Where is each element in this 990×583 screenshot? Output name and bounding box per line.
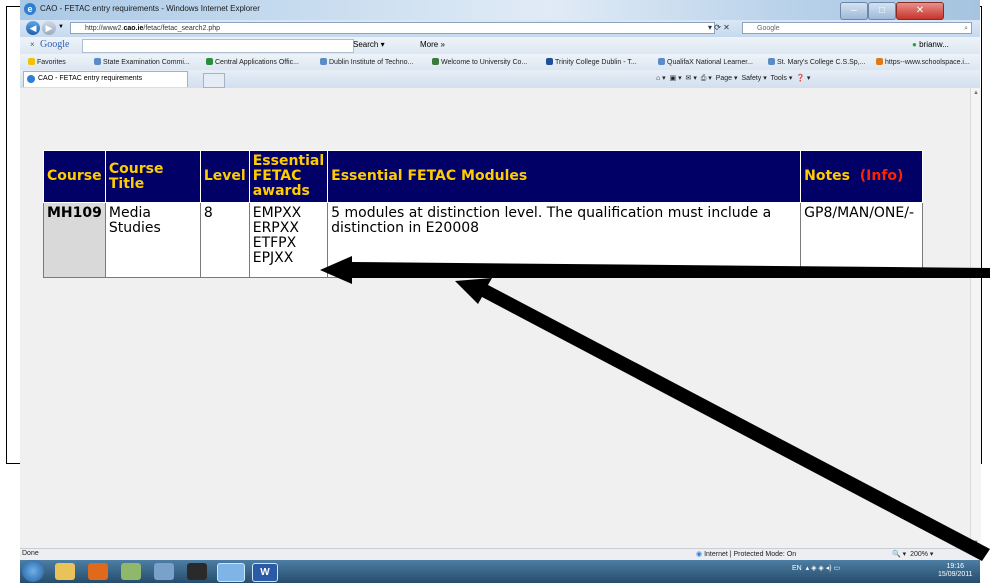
arrow-to-awards <box>320 256 990 284</box>
annotation-arrows <box>320 256 990 561</box>
arrow-to-modules <box>455 278 990 561</box>
